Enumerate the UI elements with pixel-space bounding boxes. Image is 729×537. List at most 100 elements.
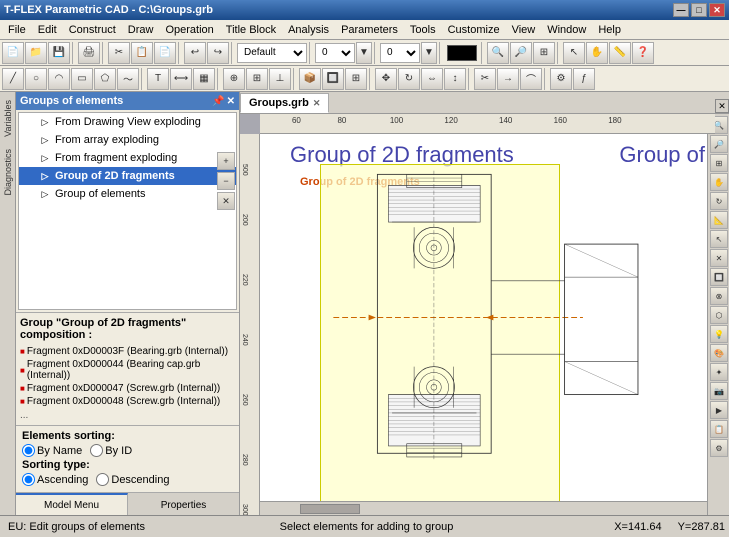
side-add-btn[interactable]: + bbox=[217, 152, 235, 170]
group-button[interactable]: 🔲 bbox=[322, 68, 344, 90]
variables-tab[interactable]: Variables bbox=[2, 96, 14, 141]
number-btn[interactable]: ▼ bbox=[421, 42, 437, 64]
draw-circle-button[interactable]: ○ bbox=[25, 68, 47, 90]
draw-hatch-button[interactable]: ▦ bbox=[193, 68, 215, 90]
level-btn[interactable]: ▼ bbox=[356, 42, 372, 64]
cut-button[interactable]: ✂ bbox=[108, 42, 130, 64]
redo-button[interactable]: ↪ bbox=[207, 42, 229, 64]
sort-by-name-radio[interactable] bbox=[22, 444, 35, 457]
canvas-container[interactable]: 60 80 100 120 140 160 180 500 200 220 24… bbox=[240, 114, 729, 515]
tree-item-elements[interactable]: ▷ Group of elements bbox=[19, 185, 236, 203]
undo-button[interactable]: ↩ bbox=[184, 42, 206, 64]
menu-file[interactable]: File bbox=[2, 22, 32, 38]
close-button[interactable]: ✕ bbox=[709, 3, 725, 17]
drawing-canvas[interactable]: Group of 2D fragments Group of Group of … bbox=[260, 134, 715, 501]
variables-button[interactable]: ƒ bbox=[573, 68, 595, 90]
tree-panel[interactable]: ▷ From Drawing View exploding ▷ From arr… bbox=[18, 112, 237, 310]
paste-button[interactable]: 📄 bbox=[154, 42, 176, 64]
hand-button[interactable]: ✋ bbox=[586, 42, 608, 64]
right-section[interactable]: ⊗ bbox=[710, 287, 728, 305]
color-picker[interactable] bbox=[447, 45, 477, 61]
canvas-tab-close[interactable]: ✕ bbox=[313, 98, 321, 109]
sort-by-id-label[interactable]: By ID bbox=[90, 444, 132, 457]
descending-radio[interactable] bbox=[96, 473, 109, 486]
properties-button[interactable]: ⚙ bbox=[550, 68, 572, 90]
right-animation[interactable]: ▶ bbox=[710, 401, 728, 419]
print-button[interactable]: 🖨 bbox=[78, 42, 100, 64]
menu-operation[interactable]: Operation bbox=[159, 22, 219, 38]
model-menu-tab[interactable]: Model Menu bbox=[16, 493, 128, 515]
grid-button[interactable]: ⊞ bbox=[246, 68, 268, 90]
copy-button[interactable]: 📋 bbox=[131, 42, 153, 64]
minimize-button[interactable]: — bbox=[673, 3, 689, 17]
sort-by-id-radio[interactable] bbox=[90, 444, 103, 457]
sort-by-name-label[interactable]: By Name bbox=[22, 444, 82, 457]
array-button[interactable]: ⊞ bbox=[345, 68, 367, 90]
properties-tab[interactable]: Properties bbox=[128, 493, 239, 515]
snap-button[interactable]: ⊕ bbox=[223, 68, 245, 90]
right-measure[interactable]: 📐 bbox=[710, 211, 728, 229]
draw-spline-button[interactable]: 〜 bbox=[117, 68, 139, 90]
side-x-btn[interactable]: ✕ bbox=[217, 192, 235, 210]
menu-analysis[interactable]: Analysis bbox=[282, 22, 335, 38]
tree-item-array[interactable]: ▷ From array exploding bbox=[19, 131, 236, 149]
mirror-button[interactable]: ⇔ bbox=[421, 68, 443, 90]
diagnostics-tab[interactable]: Diagnostics bbox=[2, 145, 14, 200]
scroll-thumb[interactable] bbox=[300, 504, 360, 514]
number-dropdown[interactable]: 0 bbox=[380, 43, 420, 63]
menu-draw[interactable]: Draw bbox=[122, 22, 160, 38]
right-select[interactable]: ↖ bbox=[710, 230, 728, 248]
menu-title-block[interactable]: Title Block bbox=[220, 22, 282, 38]
right-rotate[interactable]: ↻ bbox=[710, 192, 728, 210]
tree-item-drawing-view[interactable]: ▷ From Drawing View exploding bbox=[19, 113, 236, 131]
window-controls[interactable]: — □ ✕ bbox=[673, 3, 725, 17]
right-camera[interactable]: 📷 bbox=[710, 382, 728, 400]
move-button[interactable]: ✥ bbox=[375, 68, 397, 90]
menu-customize[interactable]: Customize bbox=[442, 22, 506, 38]
canvas-panel-close[interactable]: ✕ bbox=[715, 99, 729, 113]
right-pan[interactable]: ✋ bbox=[710, 173, 728, 191]
panel-pin-icon[interactable]: 📌 bbox=[212, 96, 224, 107]
ascending-radio[interactable] bbox=[22, 473, 35, 486]
save-button[interactable]: 💾 bbox=[48, 42, 70, 64]
zoom-out-button[interactable]: 🔎 bbox=[510, 42, 532, 64]
select-button[interactable]: ↖ bbox=[563, 42, 585, 64]
right-material[interactable]: 🎨 bbox=[710, 344, 728, 362]
right-render[interactable]: 💡 bbox=[710, 325, 728, 343]
right-iso[interactable]: ⬡ bbox=[710, 306, 728, 324]
canvas-tab-groups[interactable]: Groups.grb ✕ bbox=[240, 93, 329, 113]
trim-button[interactable]: ✂ bbox=[474, 68, 496, 90]
help-button[interactable]: ❓ bbox=[632, 42, 654, 64]
draw-rect-button[interactable]: ▭ bbox=[71, 68, 93, 90]
new-button[interactable]: 📄 bbox=[2, 42, 24, 64]
maximize-button[interactable]: □ bbox=[691, 3, 707, 17]
zoom-in-button[interactable]: 🔍 bbox=[487, 42, 509, 64]
scale-button[interactable]: ↕ bbox=[444, 68, 466, 90]
extend-button[interactable]: → bbox=[497, 68, 519, 90]
right-light[interactable]: ✦ bbox=[710, 363, 728, 381]
side-minus-btn[interactable]: − bbox=[217, 172, 235, 190]
right-properties[interactable]: ⚙ bbox=[710, 439, 728, 457]
tree-item-fragment[interactable]: ▷ From fragment exploding bbox=[19, 149, 236, 167]
horizontal-scrollbar[interactable] bbox=[260, 501, 715, 515]
menu-view[interactable]: View bbox=[506, 22, 542, 38]
menu-tools[interactable]: Tools bbox=[404, 22, 442, 38]
draw-poly-button[interactable]: ⬠ bbox=[94, 68, 116, 90]
right-fit[interactable]: ⊞ bbox=[710, 154, 728, 172]
open-button[interactable]: 📁 bbox=[25, 42, 47, 64]
fillet-button[interactable]: ⌒ bbox=[520, 68, 542, 90]
fragment-button[interactable]: 📦 bbox=[299, 68, 321, 90]
draw-text-button[interactable]: T bbox=[147, 68, 169, 90]
measure-button[interactable]: 📏 bbox=[609, 42, 631, 64]
draw-line-button[interactable]: ╱ bbox=[2, 68, 24, 90]
rotate-button[interactable]: ↻ bbox=[398, 68, 420, 90]
right-3d-view[interactable]: 🔲 bbox=[710, 268, 728, 286]
menu-window[interactable]: Window bbox=[541, 22, 592, 38]
menu-construct[interactable]: Construct bbox=[63, 22, 122, 38]
ortho-button[interactable]: ⊥ bbox=[269, 68, 291, 90]
draw-dim-button[interactable]: ⟷ bbox=[170, 68, 192, 90]
descending-label[interactable]: Descending bbox=[96, 473, 169, 486]
menu-help[interactable]: Help bbox=[592, 22, 627, 38]
menu-parameters[interactable]: Parameters bbox=[335, 22, 404, 38]
tree-item-2d-fragments[interactable]: ▷ Group of 2D fragments bbox=[19, 167, 236, 185]
